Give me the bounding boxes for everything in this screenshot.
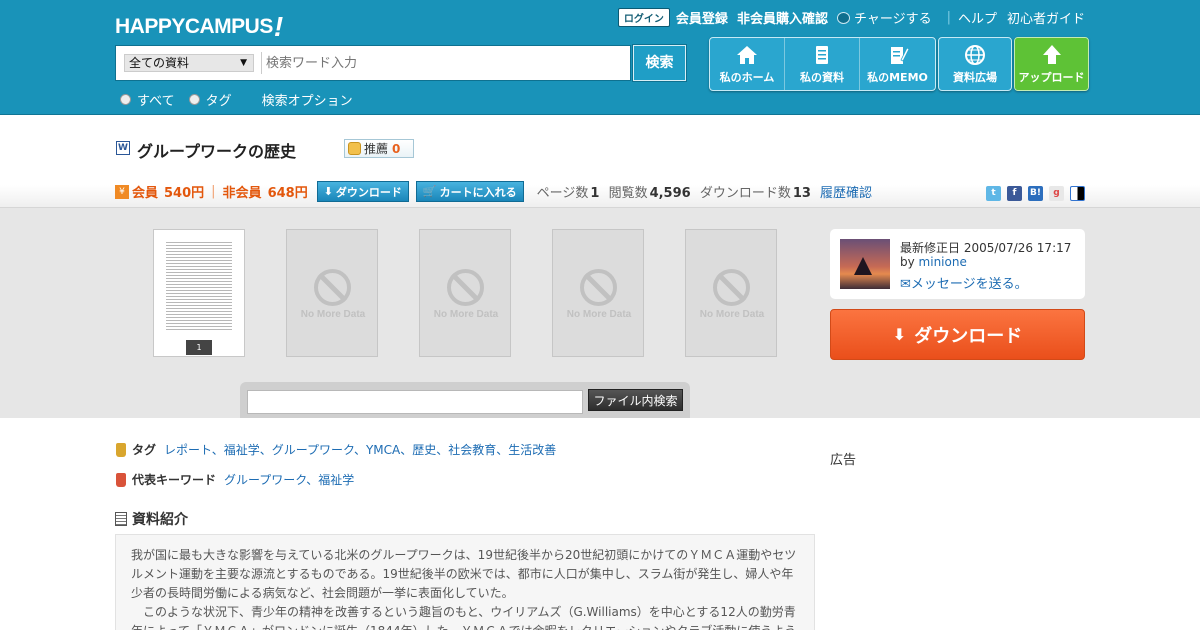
google-icon[interactable]: g — [1049, 186, 1064, 201]
nav-document-plaza[interactable]: 資料広場 — [939, 38, 1011, 90]
site-header: HAPPYCAMPUS! ログイン 会員登録 非会員購入確認 チャージする | … — [0, 0, 1200, 115]
upload-arrow-icon — [1042, 44, 1061, 64]
no-data-thumbnail: No More Data — [685, 229, 777, 357]
divider: | — [211, 184, 216, 199]
nav-group-plaza: 資料広場 — [938, 37, 1012, 91]
social-share: t f B! g — [980, 186, 1085, 201]
download-arrow-icon: ⬇ — [892, 325, 907, 344]
last-updated: 最新修正日 2005/07/26 17:17 — [900, 241, 1072, 255]
charge-link[interactable]: チャージする — [836, 8, 932, 27]
page-count: 1 — [590, 186, 600, 201]
no-entry-icon — [314, 269, 351, 306]
dropdown-arrow-icon: ▼ — [240, 58, 247, 68]
tag-icon — [116, 442, 126, 457]
page-title: グループワークの歴史 — [137, 142, 297, 161]
radio-icon — [120, 94, 131, 105]
preview-area: 1 No More Data No More Data No More Data… — [0, 208, 1200, 418]
tags-row: タグ レポート、福祉学、グループワーク、YMCA、歴史、社会教育、生活改善 — [116, 441, 556, 458]
download-arrow-icon: ⬇ — [323, 185, 333, 198]
keywords-row: 代表キーワード グループワーク、福祉学 — [116, 471, 354, 488]
infile-search-button[interactable]: ファイル内検索 — [588, 389, 683, 411]
ad-label: 広告 — [830, 453, 857, 468]
infile-search-input[interactable] — [247, 390, 583, 414]
download-count: 13 — [792, 186, 811, 201]
member-register-link[interactable]: 会員登録 — [676, 8, 728, 27]
radio-all[interactable]: すべて — [120, 90, 175, 109]
help-link[interactable]: ヘルプ — [958, 8, 997, 27]
send-message-link[interactable]: ✉メッセージを送る。 — [900, 273, 1028, 292]
keyword-links[interactable]: グループワーク、福祉学 — [224, 471, 354, 488]
main-nav: 私のホーム 私の資料 私のMEMO 資料広場 アップロード — [709, 37, 1091, 91]
tag-links[interactable]: レポート、福祉学、グループワーク、YMCA、歴史、社会教育、生活改善 — [164, 441, 556, 458]
document-stats: ページ数 1 閲覧数 4,596 ダウンロード数 13 — [536, 186, 811, 201]
nav-group-upload: アップロード — [1014, 37, 1089, 91]
search-category-select[interactable]: 全ての資料 ▼ — [124, 54, 254, 72]
keyword-tag-icon — [116, 472, 126, 487]
no-entry-icon — [713, 269, 750, 306]
divider — [261, 52, 262, 74]
no-entry-icon — [580, 269, 617, 306]
yen-icon: ¥ — [115, 184, 129, 199]
coin-icon — [836, 11, 850, 24]
document-title-bar: W グループワークの歴史 推薦 0 ¥ 会員 540円 | 非会員 648円 ⬇… — [0, 115, 1200, 208]
login-button[interactable]: ログイン — [617, 8, 670, 27]
download-button[interactable]: ⬇ ダウンロード — [316, 181, 409, 202]
avatar[interactable] — [840, 239, 890, 289]
member-price: 540円 — [164, 186, 205, 201]
search-input[interactable] — [266, 52, 621, 74]
history-link[interactable]: 履歴確認 — [820, 182, 872, 201]
nav-upload[interactable]: アップロード — [1015, 38, 1088, 90]
nonmember-price-label: 非会員 — [222, 186, 262, 201]
page-thumbnail[interactable]: 1 — [153, 229, 245, 357]
word-file-icon: W — [116, 141, 130, 155]
recommend-count: 0 — [392, 141, 401, 156]
site-logo[interactable]: HAPPYCAMPUS! — [115, 8, 283, 42]
home-icon — [737, 45, 757, 64]
no-data-thumbnail: No More Data — [419, 229, 511, 357]
beginner-guide-link[interactable]: 初心者ガイド — [1007, 8, 1085, 27]
nonmember-price: 648円 — [267, 186, 308, 201]
member-price-label: 会員 — [132, 186, 159, 201]
author-link[interactable]: minione — [919, 255, 967, 269]
price-bar: ¥ 会員 540円 | 非会員 648円 ⬇ ダウンロード 🛒 カートに入れる ペー… — [115, 181, 872, 202]
thumbs-up-icon — [348, 142, 361, 155]
page-number-badge: 1 — [186, 340, 212, 355]
author-byline: by minione — [900, 255, 967, 269]
search-options-link[interactable]: 検索オプション — [262, 90, 353, 109]
nonmember-purchase-link[interactable]: 非会員購入確認 — [737, 8, 828, 27]
nav-group-my: 私のホーム 私の資料 私のMEMO — [709, 37, 936, 91]
intro-heading: 資料紹介 — [115, 509, 188, 529]
nav-my-home[interactable]: 私のホーム — [710, 38, 785, 90]
search-options: すべて タグ 検索オプション — [120, 90, 353, 109]
add-to-cart-button[interactable]: 🛒 カートに入れる — [415, 181, 524, 202]
divider: | — [946, 10, 951, 25]
facebook-icon[interactable]: f — [1007, 186, 1022, 201]
no-data-thumbnail: No More Data — [552, 229, 644, 357]
big-download-button[interactable]: ⬇ ダウンロード — [830, 309, 1085, 360]
search-box: 全ての資料 ▼ — [115, 45, 631, 81]
delicious-icon[interactable] — [1070, 186, 1085, 201]
document-icon — [816, 45, 828, 64]
hatena-bookmark-icon[interactable]: B! — [1028, 186, 1043, 201]
cart-icon: 🛒 — [422, 185, 437, 198]
twitter-icon[interactable]: t — [986, 186, 1001, 201]
envelope-icon: ✉ — [900, 277, 911, 292]
page-text-lines — [166, 242, 232, 332]
author-card: 最新修正日 2005/07/26 17:17 by minione ✉メッセージ… — [830, 229, 1085, 299]
intro-text: 我が国に最も大きな影響を与えている北米のグループワークは、19世紀後半から20世… — [115, 534, 815, 630]
top-links: ログイン 会員登録 非会員購入確認 チャージする | ヘルプ 初心者ガイド — [617, 8, 1085, 27]
search-button[interactable]: 検索 — [633, 45, 686, 81]
nav-my-documents[interactable]: 私の資料 — [785, 38, 860, 90]
recommend-button[interactable]: 推薦 0 — [344, 139, 414, 158]
nav-my-memo[interactable]: 私のMEMO — [860, 38, 935, 90]
view-count: 4,596 — [649, 186, 691, 201]
no-entry-icon — [447, 269, 484, 306]
radio-icon — [188, 94, 200, 105]
globe-icon — [965, 44, 985, 65]
no-data-thumbnail: No More Data — [286, 229, 378, 357]
document-list-icon — [115, 512, 127, 526]
memo-icon — [890, 46, 910, 64]
infile-search-bar: ファイル内検索 — [240, 382, 690, 418]
radio-tag[interactable]: タグ — [188, 90, 232, 109]
